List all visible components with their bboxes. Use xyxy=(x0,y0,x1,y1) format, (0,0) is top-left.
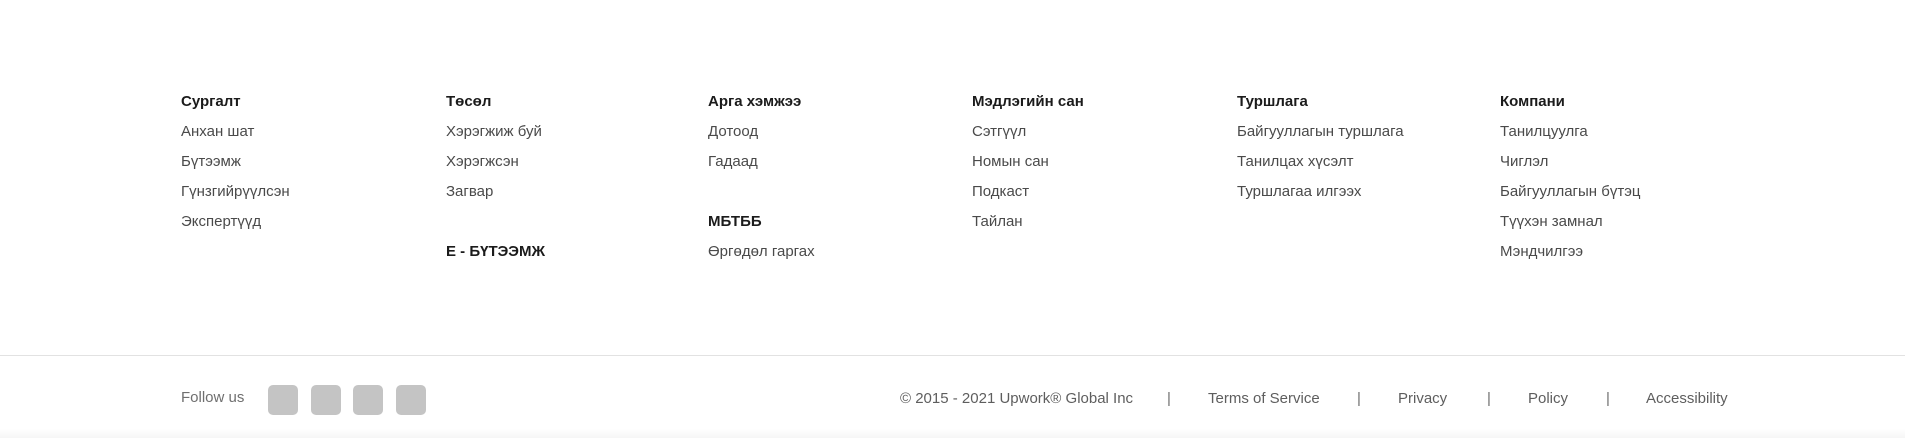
column-heading: Мэдлэгийн сан xyxy=(972,93,1084,110)
accessibility-link[interactable]: Accessibility xyxy=(1646,390,1728,407)
footer-link[interactable]: Өргөдөл гаргах xyxy=(708,242,815,272)
separator: | xyxy=(1357,390,1361,407)
separator: | xyxy=(1606,390,1610,407)
privacy-link[interactable]: Privacy xyxy=(1398,390,1447,407)
footer-link[interactable]: Подкаст xyxy=(972,182,1084,212)
social-icon[interactable] xyxy=(353,385,383,415)
footer-column-experience: Туршлага Байгууллагын туршлага Танилцах … xyxy=(1237,92,1404,212)
footer-column-projects: Төсөл Хэрэгжиж буй Хэрэгжсэн Загвар Е - … xyxy=(446,92,545,272)
footer-column-events: Арга хэмжээ Дотоод Гадаад МБТББ Өргөдөл … xyxy=(708,92,815,272)
column-subheading: МБТББ xyxy=(708,213,762,230)
footer-link[interactable]: Экспертүүд xyxy=(181,212,290,242)
footer-link[interactable]: Танилцуулга xyxy=(1500,122,1640,152)
footer-link[interactable]: Байгууллагын туршлага xyxy=(1237,122,1404,152)
footer-link[interactable]: Туршлагаа илгээх xyxy=(1237,182,1404,212)
footer-link[interactable]: Бүтээмж xyxy=(181,152,290,182)
follow-us-label: Follow us xyxy=(181,389,245,406)
separator: | xyxy=(1167,390,1171,407)
social-icon[interactable] xyxy=(268,385,298,415)
social-icon[interactable] xyxy=(311,385,341,415)
footer-link[interactable]: Гадаад xyxy=(708,152,815,182)
footer-link[interactable]: Номын сан xyxy=(972,152,1084,182)
column-subheading[interactable]: Е - БҮТЭЭМЖ xyxy=(446,242,545,272)
footer-link[interactable]: Дотоод xyxy=(708,122,815,152)
footer-column-training: Сургалт Анхан шат Бүтээмж Гүнзгийрүүлсэн… xyxy=(181,92,290,242)
column-heading: Сургалт xyxy=(181,93,241,110)
footer-bottom-bar: Follow us © 2015 - 2021 Upwork® Global I… xyxy=(0,356,1905,438)
footer-link[interactable]: Тайлан xyxy=(972,212,1084,242)
footer-link[interactable]: Сэтгүүл xyxy=(972,122,1084,152)
policy-link[interactable]: Policy xyxy=(1528,390,1568,407)
column-heading: Туршлага xyxy=(1237,93,1308,110)
copyright-text: © 2015 - 2021 Upwork® Global Inc xyxy=(900,390,1134,407)
footer-link[interactable]: Хэрэгжиж буй xyxy=(446,122,545,152)
footer-link[interactable]: Загвар xyxy=(446,182,545,212)
footer-link[interactable]: Түүхэн замнал xyxy=(1500,212,1640,242)
column-heading: Компани xyxy=(1500,93,1565,110)
column-heading: Арга хэмжээ xyxy=(708,93,802,110)
footer-link[interactable]: Танилцах хүсэлт xyxy=(1237,152,1404,182)
footer-link[interactable]: Мэндчилгээ xyxy=(1500,242,1640,272)
footer-nav: Сургалт Анхан шат Бүтээмж Гүнзгийрүүлсэн… xyxy=(0,0,1905,355)
social-icon[interactable] xyxy=(396,385,426,415)
footer-link[interactable]: Хэрэгжсэн xyxy=(446,152,545,182)
column-heading: Төсөл xyxy=(446,93,492,110)
footer-column-knowledge: Мэдлэгийн сан Сэтгүүл Номын сан Подкаст … xyxy=(972,92,1084,242)
terms-of-service-link[interactable]: Terms of Service xyxy=(1208,390,1320,407)
footer-link[interactable]: Байгууллагын бүтэц xyxy=(1500,182,1640,212)
footer-link[interactable]: Анхан шат xyxy=(181,122,290,152)
footer-link[interactable]: Гүнзгийрүүлсэн xyxy=(181,182,290,212)
separator: | xyxy=(1487,390,1491,407)
footer-link[interactable]: Чиглэл xyxy=(1500,152,1640,182)
footer-column-company: Компани Танилцуулга Чиглэл Байгууллагын … xyxy=(1500,92,1640,272)
